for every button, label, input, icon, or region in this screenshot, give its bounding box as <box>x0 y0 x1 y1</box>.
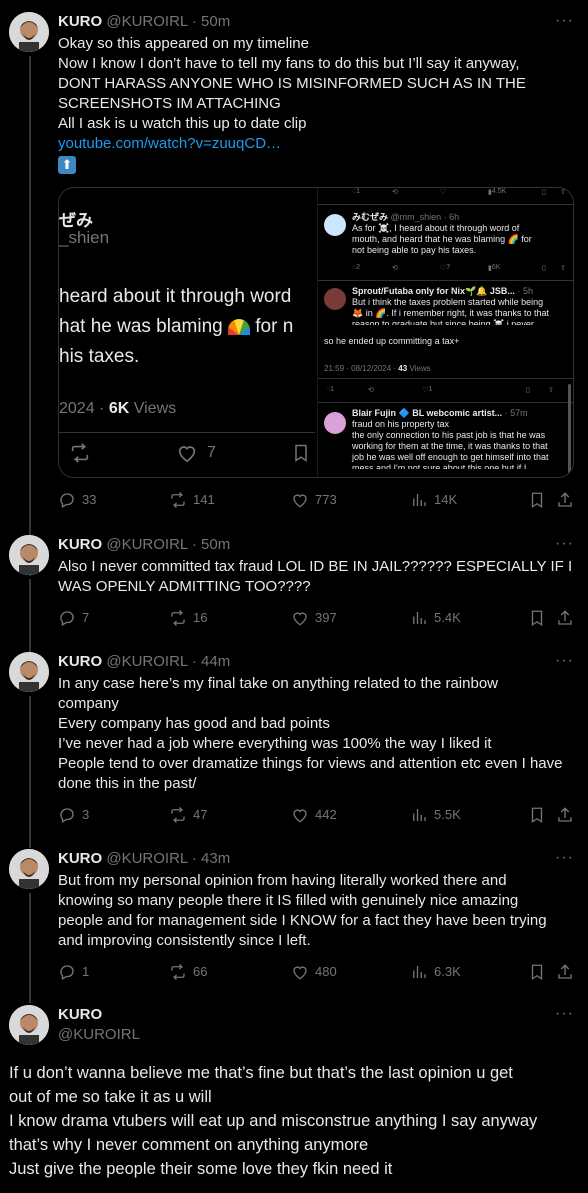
tweet-actions: 1 66 480 6.3K <box>58 962 574 982</box>
tweet-text: If u don’t wanna believe me that’s fine … <box>9 1064 538 1178</box>
display-name[interactable]: KURO <box>58 13 102 30</box>
more-options-icon[interactable]: ··· <box>555 652 574 670</box>
more-options-icon[interactable]: ··· <box>555 1005 574 1023</box>
bookmark-button[interactable] <box>528 805 546 825</box>
tweet-actions: 33 141 773 14K <box>58 490 574 510</box>
views-button[interactable]: 5.5K <box>410 805 461 825</box>
handle[interactable]: @KUROIRL <box>106 13 187 30</box>
mini-timestamp: 21:59 · 08/12/2024 · 43 Views <box>324 364 431 373</box>
like-button[interactable]: 442 <box>291 805 337 825</box>
display-name[interactable]: KURO <box>58 536 102 553</box>
timestamp[interactable]: · 50m <box>192 536 230 553</box>
reply-button[interactable]: 33 <box>58 490 96 510</box>
avatar[interactable] <box>9 12 49 52</box>
share-button[interactable] <box>556 962 574 982</box>
views-button[interactable]: 6.3K <box>410 962 461 982</box>
tweet-2[interactable]: KURO @KUROIRL · 50m ··· Also I never com… <box>0 535 588 655</box>
tweet-actions: 3 47 442 5.5K <box>58 805 574 825</box>
views-button[interactable]: 14K <box>410 490 457 510</box>
repost-icon <box>69 442 91 468</box>
like-button[interactable]: 397 <box>291 608 337 628</box>
reply-button[interactable]: 3 <box>58 805 89 825</box>
like-button[interactable]: 773 <box>291 490 337 510</box>
display-name[interactable]: KURO <box>58 1006 102 1023</box>
timestamp[interactable]: · 43m <box>192 850 230 867</box>
more-options-icon[interactable]: ··· <box>555 12 574 30</box>
share-button[interactable] <box>556 608 574 628</box>
screenshot-right[interactable]: ◌ 1 ⟲ ♡ ▮ 4.5K ▯ ⇧ みむぜみ @mm_shien · 6h A… <box>317 188 573 477</box>
like-icon: 7 <box>175 442 216 464</box>
display-name[interactable]: KURO <box>58 653 102 670</box>
attached-screenshots[interactable]: ぜみ _shien heard about it through word ha… <box>58 187 574 478</box>
handle[interactable]: @KUROIRL <box>106 850 187 867</box>
youtube-link[interactable]: youtube.com/watch?v=zuuqCD… <box>58 135 281 152</box>
more-options-icon[interactable]: ··· <box>555 535 574 553</box>
like-button[interactable]: 480 <box>291 962 337 982</box>
rainbow-emoji-icon <box>228 318 250 335</box>
mini-stats-top: ◌ 1 ⟲ ♡ ▮ 4.5K ▯ ⇧ <box>352 188 566 196</box>
mini-stats-quote: ◌ 1 ⟲ ♡ 1 ▯ ⇧ <box>326 386 554 394</box>
mini-reply-3: Blair Fujin 🔷 BL webcomic artist... · 57… <box>318 408 573 477</box>
tweet-text: But from my personal opinion from having… <box>58 872 547 949</box>
repost-button[interactable]: 47 <box>169 805 207 825</box>
tweet-1[interactable]: KURO @KUROIRL · 50m ··· Okay so this app… <box>0 12 588 576</box>
bookmark-button[interactable] <box>528 490 546 510</box>
avatar[interactable] <box>9 652 49 692</box>
thread-line <box>29 56 31 576</box>
repost-button[interactable]: 141 <box>169 490 215 510</box>
tweet-header: KURO @KUROIRL · 44m <box>58 652 230 672</box>
screenshot-left[interactable]: ぜみ _shien heard about it through word ha… <box>59 188 315 477</box>
share-button[interactable] <box>556 805 574 825</box>
tweet-actions: 7 16 397 5.4K <box>58 608 574 628</box>
tweet-text: Okay so this appeared on my timeline Now… <box>58 35 526 175</box>
share-button[interactable] <box>556 490 574 510</box>
avatar[interactable] <box>9 849 49 889</box>
bookmark-icon <box>291 442 311 468</box>
up-arrow-emoji-icon: ⬆ <box>58 156 76 175</box>
reply-button[interactable]: 7 <box>58 608 89 628</box>
mini-reply-1: みむぜみ @mm_shien · 6h As for ☠️, I heard a… <box>318 210 573 272</box>
tweet-3[interactable]: KURO @KUROIRL · 44m ··· In any case here… <box>0 652 588 848</box>
bookmark-button[interactable] <box>528 608 546 628</box>
repost-button[interactable]: 16 <box>169 608 207 628</box>
display-name[interactable]: KURO <box>58 850 102 867</box>
mini-scrollbar <box>568 384 571 474</box>
reply-button[interactable]: 1 <box>58 962 89 982</box>
handle[interactable]: @KUROIRL <box>58 1026 140 1043</box>
tweet-4[interactable]: KURO @KUROIRL · 43m ··· But from my pers… <box>0 849 588 1003</box>
views-button[interactable]: 5.4K <box>410 608 461 628</box>
tweet-text: Also I never committed tax fraud LOL ID … <box>58 558 573 595</box>
avatar[interactable] <box>9 535 49 575</box>
tweet-header: KURO @KUROIRL · 50m <box>58 12 230 32</box>
tweet-text: In any case here’s my final take on anyt… <box>58 675 563 792</box>
tweet-header: KURO @KUROIRL · 50m <box>58 535 230 555</box>
timestamp[interactable]: · 50m <box>192 13 230 30</box>
tweet-header: KURO @KUROIRL · 43m <box>58 849 230 869</box>
bookmark-button[interactable] <box>528 962 546 982</box>
tweet-header: KURO <box>58 1005 102 1025</box>
timestamp[interactable]: · 44m <box>192 653 230 670</box>
main-tweet[interactable]: KURO @KUROIRL ··· If u don’t wanna belie… <box>0 1005 588 1193</box>
quoted-line: so he ended up committing a tax+ <box>318 332 573 352</box>
repost-button[interactable]: 66 <box>169 962 207 982</box>
mini-reply-2: Sprout/Futaba only for Nix🌱🔔 JSB... · 5h… <box>318 286 573 332</box>
avatar[interactable] <box>9 1005 49 1045</box>
handle[interactable]: @KUROIRL <box>106 653 187 670</box>
handle[interactable]: @KUROIRL <box>106 536 187 553</box>
more-options-icon[interactable]: ··· <box>555 849 574 867</box>
